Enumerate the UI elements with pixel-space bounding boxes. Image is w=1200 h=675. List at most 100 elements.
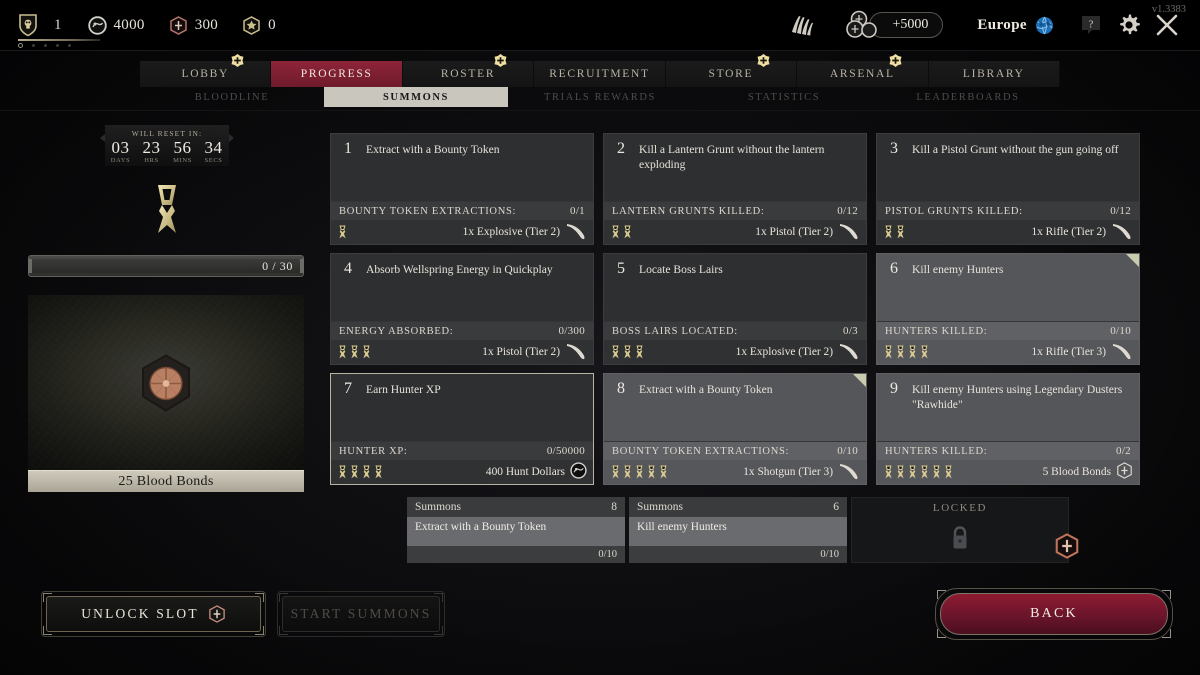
help-icon[interactable]: ? (1072, 0, 1110, 50)
objective-label: BOUNTY TOKEN EXTRACTIONS: (339, 205, 517, 217)
difficulty-star-icon (921, 465, 928, 479)
subnav-divider (0, 110, 1200, 111)
objective-label: BOUNTY TOKEN EXTRACTIONS: (612, 445, 790, 457)
difficulty-stars (611, 345, 644, 359)
nav-tab-lobby[interactable]: LOBBY (140, 54, 272, 87)
rank-display[interactable]: 1 (18, 13, 100, 48)
objective-count: 0/10 (1110, 325, 1131, 337)
challenge-reward: 1x Shotgun (Tier 3) (743, 462, 860, 483)
objective-label: HUNTERS KILLED: (885, 445, 988, 457)
challenge-card[interactable]: 1 Extract with a Bounty Token BOUNTY TOKEN… (330, 133, 594, 245)
currency-group: 1 4000 300 0 (18, 0, 300, 50)
challenge-footer: 1x Rifle (Tier 3) (877, 340, 1139, 364)
difficulty-star-icon (897, 465, 904, 479)
rank-dots (18, 43, 100, 48)
claw-icon[interactable] (789, 13, 815, 37)
card-header: 8 Extract with a Bounty Token (604, 374, 866, 441)
challenge-reward: 1x Explosive (Tier 2) (736, 342, 860, 363)
nav-tab-recruitment[interactable]: RECRUITMENT (534, 61, 666, 87)
reward-icon (1111, 342, 1133, 363)
sub-tab-summons[interactable]: SUMMONS (324, 87, 508, 107)
sub-tab-trials-rewards[interactable]: TRIALS REWARDS (508, 87, 692, 107)
challenge-description: Kill a Lantern Grunt without the lantern… (639, 143, 825, 171)
slot-description: Extract with a Bounty Token (407, 517, 625, 546)
difficulty-star-icon (624, 345, 631, 359)
difficulty-star-icon (363, 345, 370, 359)
challenge-card[interactable]: 9 Kill enemy Hunters using Legendary Dust… (876, 373, 1140, 485)
challenge-card[interactable]: 6 Kill enemy Hunters HUNTERS KILLED: 0/10 1x… (876, 253, 1140, 365)
buy-blood-bonds-button[interactable]: +5000 (845, 10, 944, 40)
challenge-objective-row: ENERGY ABSORBED: 0/300 (331, 321, 593, 340)
challenge-description: Kill a Pistol Grunt without the gun goin… (912, 143, 1119, 156)
challenge-reward: 1x Explosive (Tier 2) (463, 222, 587, 243)
difficulty-star-icon (885, 225, 892, 239)
version-label: v1.3383 (1151, 4, 1186, 15)
challenge-card[interactable]: 8 Extract with a Bounty Token BOUNTY TOKEN… (603, 373, 867, 485)
difficulty-star-icon (612, 345, 619, 359)
reward-icon (838, 222, 860, 243)
sub-tab-statistics[interactable]: STATISTICS (692, 87, 876, 107)
challenge-description: Kill enemy Hunters using Legendary Duste… (912, 383, 1123, 411)
reward-preview (28, 295, 304, 470)
nav-tab-label: LIBRARY (962, 68, 1025, 80)
nav-tab-progress[interactable]: PROGRESS (271, 61, 403, 87)
event-points-value: 0 (268, 16, 276, 33)
challenge-card[interactable]: 5 Locate Boss Lairs BOSS LAIRS LOCATED: 0/3… (603, 253, 867, 365)
objective-count: 0/50000 (546, 445, 585, 457)
card-corner-marker-icon (1126, 254, 1139, 267)
slot-description: Kill enemy Hunters (629, 517, 847, 546)
blood-bonds-display[interactable]: 300 (169, 15, 218, 35)
unlock-slot-button[interactable]: UNLOCK SLOT (41, 591, 266, 637)
summon-slot-locked[interactable]: LOCKED (851, 497, 1079, 563)
difficulty-stars (884, 465, 953, 479)
pistol-icon (567, 223, 585, 239)
rank-value: 1 (54, 16, 62, 33)
objective-count: 0/300 (558, 325, 585, 337)
gear-icon[interactable] (1110, 0, 1148, 50)
start-summons-button[interactable]: START SUMMONS (277, 591, 445, 637)
challenge-card[interactable]: 2 Kill a Lantern Grunt without the lanter… (603, 133, 867, 245)
objective-count: 0/3 (843, 325, 858, 337)
challenge-card[interactable]: 4 Absorb Wellspring Energy in Quickplay EN… (330, 253, 594, 365)
sub-nav: BLOODLINE SUMMONS TRIALS REWARDS STATISTICS… (0, 87, 1200, 107)
nav-tab-label: RECRUITMENT (549, 68, 650, 80)
challenge-objective-row: LANTERN GRUNTS KILLED: 0/12 (604, 201, 866, 220)
nav-tab-label: ARSENAL (829, 68, 895, 80)
difficulty-star-icon (897, 345, 904, 359)
objective-label: HUNTER XP: (339, 445, 408, 457)
back-button[interactable]: BACK (935, 588, 1173, 640)
nav-tab-store[interactable]: STORE (665, 54, 798, 87)
sub-tab-bloodline[interactable]: BLOODLINE (140, 87, 324, 107)
unlock-cost-blood-bonds-icon[interactable] (1054, 533, 1080, 564)
top-bar: 1 4000 300 0 +5000 Europe ? v1.3383 (0, 0, 1200, 50)
challenge-card[interactable]: 7 Earn Hunter XP HUNTER XP: 0/50000 400 Hunt… (330, 373, 594, 485)
nav-tab-arsenal[interactable]: ARSENAL (797, 54, 929, 87)
timer-unit: SECS (204, 157, 223, 164)
blood-bond-coin-icon (135, 353, 197, 420)
challenge-number: 6 (890, 260, 898, 277)
region-selector[interactable]: Europe (977, 16, 1054, 35)
difficulty-star-icon (885, 465, 892, 479)
sub-tab-leaderboards[interactable]: LEADERBOARDS (876, 87, 1060, 107)
timer-unit: HRS (144, 157, 159, 164)
challenge-card[interactable]: 3 Kill a Pistol Grunt without the gun goi… (876, 133, 1140, 245)
difficulty-star-icon (636, 465, 643, 479)
challenge-reward: 1x Rifle (Tier 2) (1031, 222, 1133, 243)
reward-icon (838, 462, 860, 483)
challenge-number: 8 (617, 380, 625, 397)
reward-icon (1116, 462, 1133, 482)
nav-tab-roster[interactable]: ROSTER (402, 54, 535, 87)
hunt-dollars-display[interactable]: 4000 (87, 15, 145, 35)
objective-count: 0/10 (837, 445, 858, 457)
hunt-dollars-icon (570, 462, 587, 479)
back-button-frame (935, 588, 1173, 640)
globe-icon (1035, 16, 1054, 35)
event-points-display[interactable]: 0 (242, 15, 276, 35)
nav-tab-library[interactable]: LIBRARY (928, 61, 1060, 87)
slot-header: Summons 6 (629, 497, 847, 517)
summon-slot[interactable]: Summons 6 Kill enemy Hunters 0/10 (629, 497, 847, 563)
difficulty-star-icon (897, 225, 904, 239)
summon-slot[interactable]: Summons 8 Extract with a Bounty Token 0/10 (407, 497, 625, 563)
reward-progress-bar: 0 / 30 (28, 255, 304, 277)
challenge-description: Extract with a Bounty Token (366, 143, 500, 156)
